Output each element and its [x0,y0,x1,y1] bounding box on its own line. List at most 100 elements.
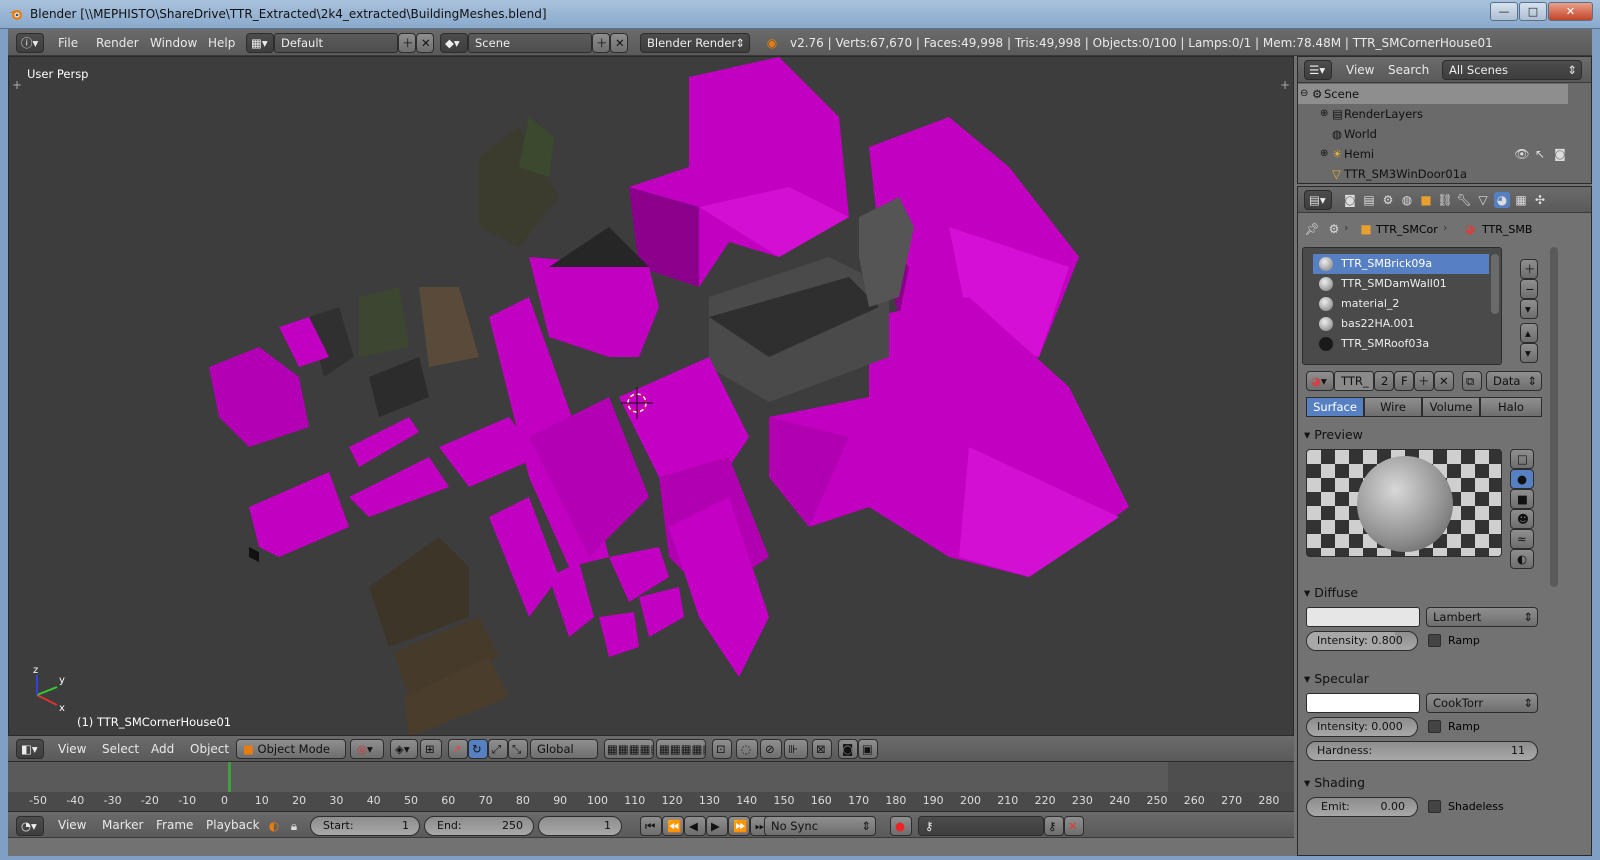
close-window-button[interactable]: ✕ [1548,2,1593,21]
outliner-menu-search[interactable]: Search [1388,57,1429,83]
preview-sphere-button[interactable]: ● [1510,469,1534,489]
menu-object[interactable]: Object [190,736,229,762]
hardness-slider[interactable]: Hardness: 11 [1306,741,1538,761]
transform-space-icon-button[interactable]: ⤡ [508,739,528,759]
jump-start-button[interactable]: ⏮ [640,816,662,836]
diffuse-ramp-checkbox[interactable] [1428,634,1441,647]
pivot-point-dropdown[interactable]: ◈▾ [390,739,418,759]
material-link-dropdown[interactable]: Data ⇕ [1486,371,1542,391]
snap-element-dropdown[interactable]: ⊪ [784,739,808,759]
properties-editor[interactable]: ▤▾ ◙ ▤ ⚙ ◍ ■ ⛓ 🔧︎ ▽ ◕ ▦ ✣ 📌︎ ⚙ › ■ TTR_S… [1297,186,1592,856]
modifiers-tab-icon[interactable]: 🔧︎ [1456,192,1472,208]
copy-material-button[interactable]: ⧉ [1462,371,1482,391]
material-users-button[interactable]: 2 [1374,371,1394,391]
shading-panel-header[interactable]: ▾ Shading [1304,775,1365,790]
slot-list-scrollbar[interactable] [1491,254,1499,314]
next-keyframe-button[interactable]: ⏩ [728,816,750,836]
unlink-material-button[interactable]: ✕ [1434,371,1454,391]
preview-sky-button[interactable]: ◐ [1510,549,1534,569]
play-reverse-button[interactable]: ◀ [684,816,706,836]
editor-type-3dview-button[interactable]: ◧▾ [16,739,44,759]
lock-range-icon[interactable]: 🔒︎ [286,818,302,834]
material-slot-item[interactable]: bas22HA.001 [1313,314,1489,334]
preview-panel-header[interactable]: ▾ Preview [1304,427,1363,442]
manipulator-toggle-button[interactable]: ⊞ [420,739,442,759]
add-scene-button[interactable]: ＋ [592,33,610,53]
keying-set-field[interactable]: ⚷ [918,816,1044,836]
tab-surface[interactable]: Surface [1306,397,1364,417]
lock-layers-button[interactable]: ⊡ [712,739,732,759]
translate-manipulator-button[interactable]: ↗ [448,739,468,759]
screen-layout-field[interactable]: Default [274,33,398,53]
prev-keyframe-button[interactable]: ⏪ [662,816,684,836]
menu-window[interactable]: Window [150,29,197,57]
move-slot-up-button[interactable]: ▴ [1520,323,1538,343]
remove-material-slot-button[interactable]: − [1520,279,1538,299]
collapse-toggle-icon[interactable]: ⊖ [1300,84,1308,104]
data-tab-icon[interactable]: ▽ [1475,192,1491,208]
layers-group-2[interactable]: ▦▦▦▦▦ [656,739,706,759]
menu-view[interactable]: View [58,736,86,762]
current-frame-marker[interactable] [228,762,231,792]
proportional-edit-button[interactable]: ◌ [736,739,758,759]
snap-target-button[interactable]: ⊠ [812,739,832,759]
menu-add[interactable]: Add [151,736,174,762]
object-tab-icon[interactable]: ■ [1418,192,1434,208]
snap-toggle-button[interactable]: ⊘ [760,739,782,759]
renderlayers-tab-icon[interactable]: ▤ [1361,192,1377,208]
material-specials-button[interactable]: ▾ [1520,299,1538,319]
outliner-item-world[interactable]: ◍ World [1298,124,1568,144]
outliner-item-renderlayers[interactable]: ⊕ ▤ RenderLayers [1298,104,1568,124]
physics-tab-icon[interactable]: ✣ [1532,192,1548,208]
scene-tab-icon[interactable]: ⚙ [1380,192,1396,208]
screen-layout-icon-button[interactable]: ▦▾ [246,33,274,53]
editor-type-info-button[interactable]: ⓘ▾ [16,33,44,53]
outliner-filter-dropdown[interactable]: All Scenes ⇕ [1442,60,1582,80]
material-tab-icon[interactable]: ◕ [1494,192,1510,208]
end-frame-field[interactable]: End: 250 [424,816,534,836]
material-slot-item[interactable]: TTR_SMDamWall01 [1313,274,1489,294]
scene-icon-button[interactable]: ◆▾ [440,33,468,53]
render-engine-dropdown[interactable]: Blender Render ⇕ [640,33,750,53]
rotate-manipulator-button[interactable]: ↻ [468,739,488,759]
editor-type-outliner-button[interactable]: ☰▾ [1304,60,1332,80]
start-frame-field[interactable]: Start: 1 [310,816,420,836]
add-screen-button[interactable]: ＋ [398,33,416,53]
render-camera-icon[interactable]: ◙ [1552,146,1568,162]
outliner-menu-view[interactable]: View [1346,57,1374,83]
remove-screen-button[interactable]: ✕ [416,33,434,53]
preview-cube-button[interactable]: ■ [1510,489,1534,509]
outliner-tree[interactable]: ⊖ ⚙ Scene ⊕ ▤ RenderLayers ◍ World ⊕ ☀ Hemi ▽ TT… [1298,84,1591,184]
expand-toggle-icon[interactable]: ⊕ [1320,104,1328,124]
move-slot-down-button[interactable]: ▾ [1520,343,1538,363]
timeline-menu-marker[interactable]: Marker [102,812,143,839]
specular-ramp-checkbox[interactable] [1428,720,1441,733]
tab-volume[interactable]: Volume [1422,397,1480,417]
material-slot-item[interactable]: material_2 [1313,294,1489,314]
texture-tab-icon[interactable]: ▦ [1513,192,1529,208]
constraints-tab-icon[interactable]: ⛓ [1437,192,1453,208]
add-material-slot-button[interactable]: ＋ [1520,259,1538,279]
preview-hair-button[interactable]: ≈ [1510,529,1534,549]
diffuse-intensity-slider[interactable]: Intensity: 0.800 [1306,631,1418,651]
insert-keyframe-button[interactable]: ⚷ [1044,816,1064,836]
tab-halo[interactable]: Halo [1480,397,1542,417]
scene-field[interactable]: Scene [468,33,592,53]
timeline-menu-view[interactable]: View [58,812,86,839]
pin-icon[interactable]: 📌︎ [1304,221,1320,237]
world-tab-icon[interactable]: ◍ [1399,192,1415,208]
transform-orientation-dropdown[interactable]: Global [530,739,598,759]
outliner-item-mesh[interactable]: ▽ TTR_SM3WinDoor01a [1298,164,1568,184]
preview-monkey-button[interactable]: ☻ [1510,509,1534,529]
specular-panel-header[interactable]: ▾ Specular [1304,671,1369,686]
outliner-editor[interactable]: ☰▾ View Search All Scenes ⇕ ⊖ ⚙ Scene ⊕ ▤ Ren… [1297,56,1592,184]
specular-shader-dropdown[interactable]: CookTorr ⇕ [1426,693,1538,713]
sync-mode-dropdown[interactable]: No Sync ⇕ [764,816,876,836]
preview-flat-button[interactable]: □ [1510,449,1534,469]
editor-type-timeline-button[interactable]: ◔▾ [16,816,44,836]
visibility-eye-icon[interactable]: 👁︎ [1514,146,1530,162]
diffuse-color-swatch[interactable] [1306,607,1420,627]
expand-toggle-icon[interactable]: ⊕ [1320,144,1328,164]
outliner-item-scene[interactable]: ⊖ ⚙ Scene [1298,84,1568,104]
play-button[interactable]: ▶ [706,816,728,836]
